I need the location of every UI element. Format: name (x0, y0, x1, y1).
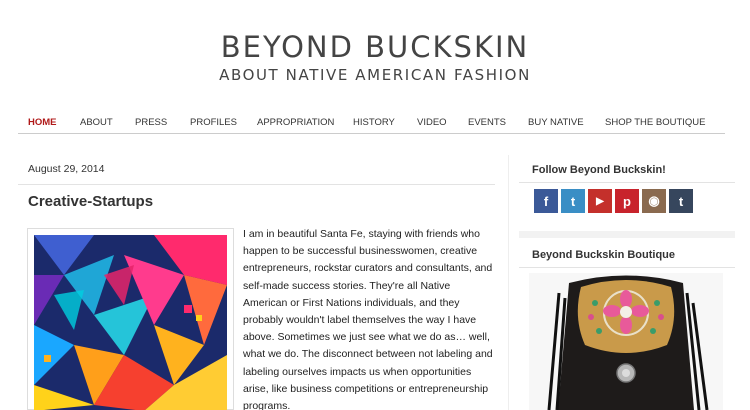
widget-separator (519, 231, 735, 238)
divider (519, 267, 735, 268)
nav-buy-native[interactable]: BUY NATIVE (528, 117, 584, 128)
column-divider (508, 155, 509, 410)
nav-home[interactable]: HOME (28, 117, 57, 128)
post-date: August 29, 2014 (28, 163, 105, 175)
geometric-artwork-image (34, 235, 227, 410)
site-tagline: ABOUT NATIVE AMERICAN FASHION (219, 66, 531, 84)
facebook-icon[interactable]: f (534, 189, 558, 213)
divider (18, 184, 495, 185)
follow-widget-title: Follow Beyond Buckskin! (532, 164, 666, 176)
post-title[interactable]: Creative-Startups (28, 193, 153, 210)
nav-appropriation[interactable]: APPROPRIATION (257, 117, 334, 128)
nav-video[interactable]: VIDEO (417, 117, 447, 128)
boutique-product-image[interactable] (529, 273, 723, 410)
nav-press[interactable]: PRESS (135, 117, 167, 128)
beaded-fringe-bag-image (529, 273, 723, 410)
youtube-icon[interactable]: ▶ (588, 189, 612, 213)
social-icons: f t ▶ p ◉ t (534, 189, 693, 213)
nav-events[interactable]: EVENTS (468, 117, 506, 128)
main-nav: HOME ABOUT PRESS PROFILES APPROPRIATION … (18, 112, 725, 134)
tumblr-icon[interactable]: t (669, 189, 693, 213)
post-image[interactable] (34, 235, 227, 410)
nav-about[interactable]: ABOUT (80, 117, 113, 128)
pinterest-icon[interactable]: p (615, 189, 639, 213)
divider (519, 182, 735, 183)
site-title[interactable]: BEYOND BUCKSKIN (0, 30, 750, 64)
site-header: BEYOND BUCKSKIN ABOUT NATIVE AMERICAN FA… (0, 30, 750, 85)
nav-shop-the-boutique[interactable]: SHOP THE BOUTIQUE (605, 117, 705, 128)
boutique-widget-title: Beyond Buckskin Boutique (532, 249, 676, 261)
post-image-frame[interactable] (27, 228, 234, 410)
twitter-icon[interactable]: t (561, 189, 585, 213)
instagram-icon[interactable]: ◉ (642, 189, 666, 213)
post-body-text: I am in beautiful Santa Fe, staying with… (243, 228, 493, 410)
nav-profiles[interactable]: PROFILES (190, 117, 237, 128)
nav-history[interactable]: HISTORY (353, 117, 395, 128)
